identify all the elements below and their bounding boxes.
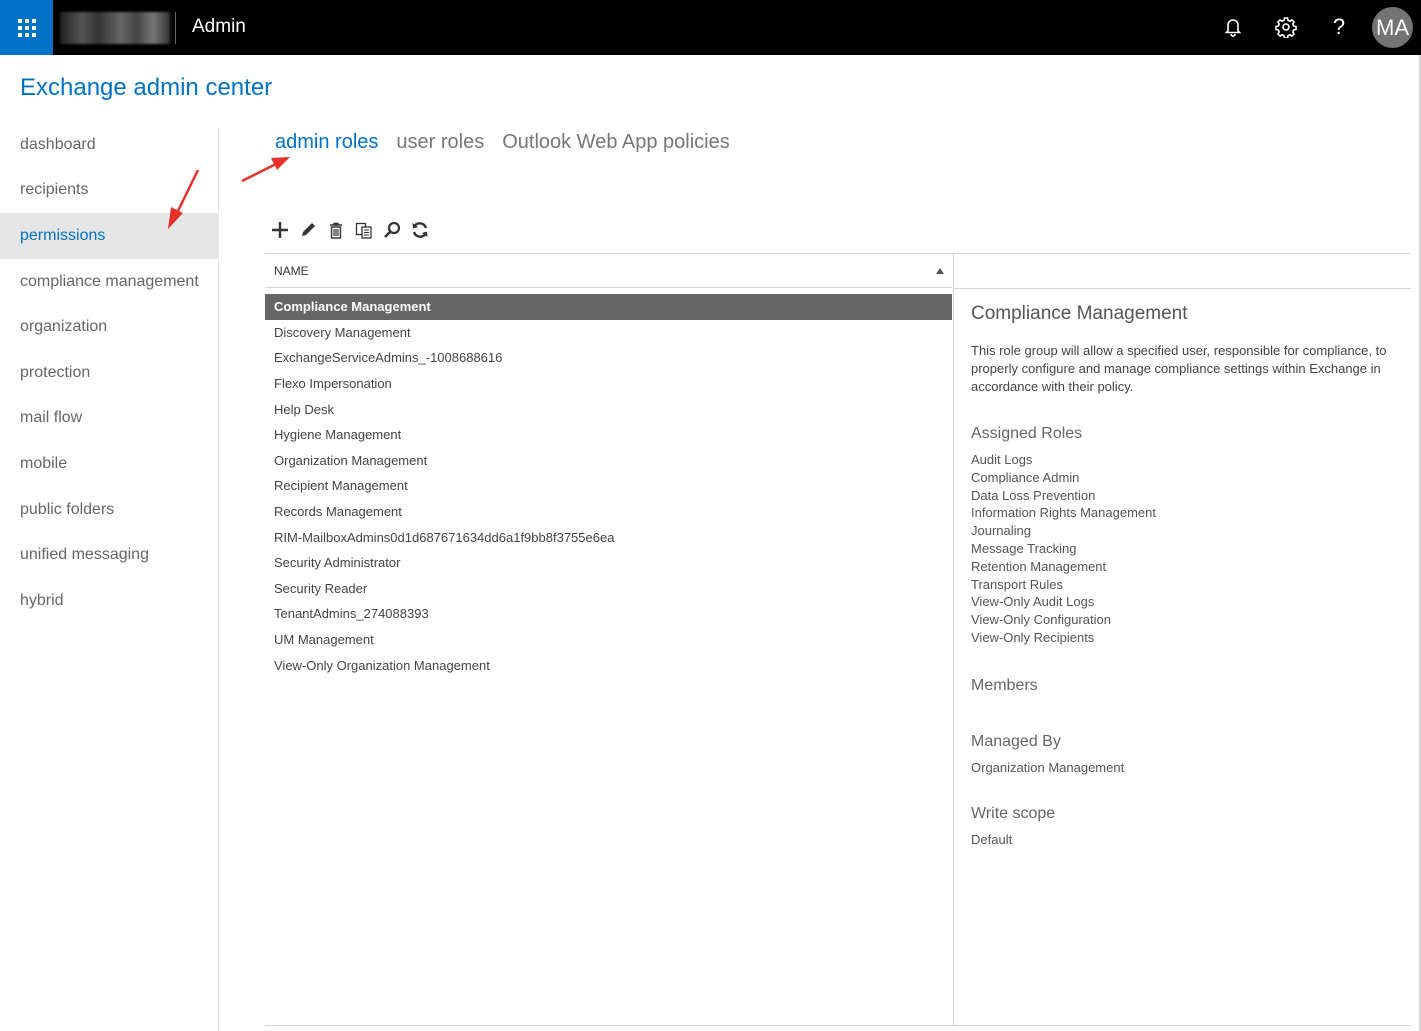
assigned-role: Transport Rules — [971, 576, 1063, 592]
refresh-icon — [412, 222, 428, 238]
list-item[interactable]: ExchangeServiceAdmins_-1008688616 — [265, 345, 952, 371]
settings-button[interactable] — [1271, 12, 1301, 42]
tab-user-roles[interactable]: user roles — [396, 131, 484, 154]
list-item[interactable]: Security Administrator — [265, 550, 952, 576]
list-item[interactable]: RIM-MailboxAdmins0d1d687671634dd6a1f9bb8… — [265, 524, 952, 550]
waffle-icon — [17, 18, 36, 37]
write-scope-list: Default — [971, 831, 1401, 849]
list-item[interactable]: Security Reader — [265, 576, 952, 602]
nav-item-hybrid[interactable]: hybrid — [0, 578, 219, 624]
nav-item-permissions[interactable]: permissions — [0, 213, 219, 259]
details-title: Compliance Management — [971, 303, 1188, 324]
details-header-border — [953, 288, 1411, 289]
bell-icon — [1224, 19, 1242, 37]
write-scope-value: Default — [971, 831, 1013, 847]
nav-item-compliance-management[interactable]: compliance management — [0, 259, 219, 305]
role-group-list: Compliance Management Discovery Manageme… — [265, 294, 952, 678]
nav-item-recipients[interactable]: recipients — [0, 168, 219, 214]
column-header-name[interactable]: NAME — [265, 254, 952, 288]
help-icon: ? — [1332, 14, 1346, 39]
assigned-role: View-Only Configuration — [971, 612, 1111, 628]
refresh-button[interactable] — [406, 219, 434, 241]
list-item[interactable]: Organization Management — [265, 448, 952, 474]
app-launcher-button[interactable] — [0, 0, 53, 55]
list-item[interactable]: Recipient Management — [265, 473, 952, 499]
add-button[interactable] — [266, 219, 294, 241]
assigned-role: View-Only Audit Logs — [971, 594, 1095, 610]
details-pane: Compliance Management This role group wi… — [971, 303, 1401, 848]
assigned-role: Journaling — [971, 523, 1031, 539]
notifications-button[interactable] — [1218, 12, 1248, 42]
tab-bar: admin roles user roles Outlook Web App p… — [275, 131, 748, 154]
arrow-icon — [241, 157, 290, 183]
tab-outlook-web-app-policies[interactable]: Outlook Web App policies — [502, 131, 730, 154]
search-button[interactable] — [378, 219, 406, 241]
add-icon — [272, 222, 288, 238]
page-title: Exchange admin center — [20, 74, 273, 101]
assigned-roles-list: Audit Logs Compliance Admin Data Loss Pr… — [971, 451, 1401, 647]
left-nav: dashboard recipients permissions complia… — [0, 122, 219, 624]
assigned-role: Information Rights Management — [971, 505, 1156, 521]
delete-icon — [330, 222, 342, 239]
app-name[interactable]: Admin — [192, 16, 246, 38]
list-item[interactable]: View-Only Organization Management — [265, 652, 952, 678]
nav-item-protection[interactable]: protection — [0, 350, 219, 396]
search-icon — [384, 221, 401, 238]
list-bottom-border — [265, 1025, 1411, 1026]
nav-item-organization[interactable]: organization — [0, 304, 219, 350]
nav-item-dashboard[interactable]: dashboard — [0, 122, 219, 168]
assigned-roles-heading: Assigned Roles — [971, 425, 1083, 442]
nav-item-unified-messaging[interactable]: unified messaging — [0, 532, 219, 578]
edit-button[interactable] — [294, 219, 322, 241]
help-button[interactable]: ? — [1324, 12, 1354, 42]
list-item[interactable]: Discovery Management — [265, 320, 952, 346]
assigned-role: Audit Logs — [971, 452, 1033, 467]
list-item[interactable]: Flexo Impersonation — [265, 371, 952, 397]
assigned-role: View-Only Recipients — [971, 629, 1095, 645]
top-bar: Admin ? MA — [0, 0, 1421, 55]
list-item[interactable]: TenantAdmins_274088393 — [265, 601, 952, 627]
tenant-logo-redacted — [60, 12, 170, 44]
list-item[interactable]: Compliance Management — [265, 294, 952, 320]
list-item[interactable]: Hygiene Management — [265, 422, 952, 448]
top-bar-divider — [175, 12, 176, 44]
left-nav-divider — [218, 128, 219, 1031]
delete-button[interactable] — [322, 219, 350, 241]
members-heading: Members — [971, 676, 1038, 694]
copy-button[interactable] — [350, 219, 378, 241]
avatar[interactable]: MA — [1372, 7, 1413, 48]
edit-icon — [302, 223, 315, 236]
details-description: This role group will allow a specified u… — [971, 343, 1387, 394]
assigned-role: Message Tracking — [971, 540, 1077, 556]
managed-by-value: Organization Management — [971, 759, 1125, 775]
list-details-divider — [953, 254, 954, 1026]
list-item[interactable]: Help Desk — [265, 396, 952, 422]
nav-item-public-folders[interactable]: public folders — [0, 487, 219, 533]
nav-item-mail-flow[interactable]: mail flow — [0, 396, 219, 442]
toolbar — [266, 219, 434, 241]
list-item[interactable]: Records Management — [265, 499, 952, 525]
list-item[interactable]: UM Management — [265, 627, 952, 653]
sort-ascending-icon — [936, 267, 944, 274]
assigned-role: Data Loss Prevention — [971, 487, 1096, 503]
write-scope-heading: Write scope — [971, 804, 1056, 822]
tab-admin-roles[interactable]: admin roles — [275, 131, 378, 154]
assigned-role: Retention Management — [971, 558, 1107, 574]
copy-icon — [355, 222, 372, 239]
managed-by-heading: Managed By — [971, 732, 1061, 750]
nav-item-mobile[interactable]: mobile — [0, 441, 219, 487]
gear-icon — [1275, 17, 1297, 38]
managed-by-list: Organization Management — [971, 759, 1401, 777]
assigned-role: Compliance Admin — [971, 469, 1080, 485]
column-header-label: NAME — [274, 263, 309, 278]
